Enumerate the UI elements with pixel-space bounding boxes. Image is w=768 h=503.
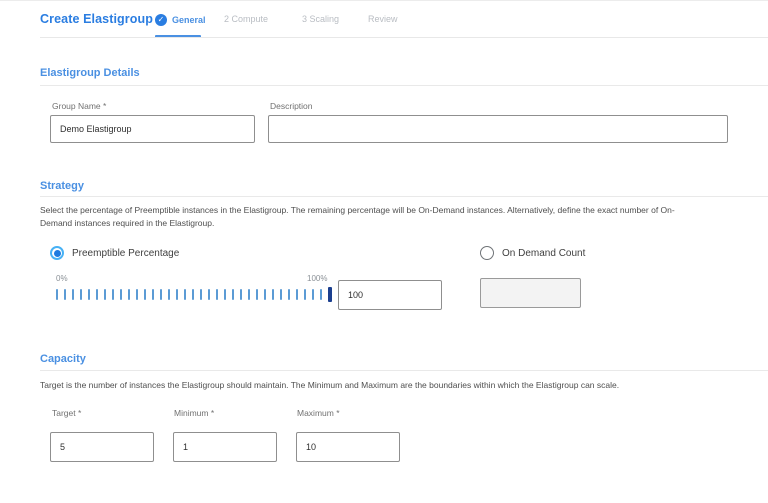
capacity-section-title: Capacity — [40, 353, 86, 365]
capacity-divider — [40, 370, 768, 371]
group-name-input[interactable] — [50, 115, 255, 143]
tab-general-label: General — [172, 15, 206, 25]
details-divider — [40, 85, 768, 86]
minimum-label: Minimum * — [174, 408, 214, 418]
capacity-description: Target is the number of instances the El… — [40, 379, 740, 392]
strategy-section-title: Strategy — [40, 180, 84, 192]
tab-general[interactable]: ✓ General — [155, 14, 206, 26]
tab-compute-label: 2 Compute — [224, 14, 268, 24]
percentage-input[interactable] — [338, 280, 442, 310]
page-title: Create Elastigroup — [40, 12, 153, 26]
strategy-description: Select the percentage of Preemptible ins… — [40, 204, 688, 230]
target-label: Target * — [52, 408, 81, 418]
slider-min-label: 0% — [56, 274, 68, 283]
details-section-title: Elastigroup Details — [40, 67, 140, 79]
preemptible-percentage-label: Preemptible Percentage — [72, 248, 179, 259]
tab-review-label: Review — [368, 14, 398, 24]
on-demand-count-label: On Demand Count — [502, 248, 585, 259]
group-name-label: Group Name * — [52, 101, 106, 111]
description-label: Description — [270, 101, 313, 111]
check-circle-icon: ✓ — [155, 14, 167, 26]
strategy-divider — [40, 196, 768, 197]
maximum-input[interactable] — [296, 432, 400, 462]
slider-handle[interactable] — [328, 287, 332, 302]
on-demand-count-input — [480, 278, 581, 308]
minimum-input[interactable] — [173, 432, 277, 462]
preemptible-percentage-radio[interactable]: Preemptible Percentage — [50, 246, 179, 260]
slider-max-label: 100% — [307, 274, 327, 283]
on-demand-count-radio[interactable]: On Demand Count — [480, 246, 585, 260]
description-input[interactable] — [268, 115, 728, 143]
tab-scaling-label: 3 Scaling — [302, 14, 339, 24]
maximum-label: Maximum * — [297, 408, 340, 418]
tab-compute[interactable]: 2 Compute — [224, 14, 268, 24]
tab-scaling[interactable]: 3 Scaling — [302, 14, 339, 24]
radio-unselected-icon — [480, 246, 494, 260]
percentage-slider[interactable] — [56, 286, 332, 303]
radio-selected-icon — [50, 246, 64, 260]
tab-review[interactable]: Review — [368, 14, 398, 24]
header-divider — [40, 37, 768, 38]
target-input[interactable] — [50, 432, 154, 462]
create-elastigroup-page: Create Elastigroup ✓ General 2 Compute 3… — [0, 0, 768, 503]
